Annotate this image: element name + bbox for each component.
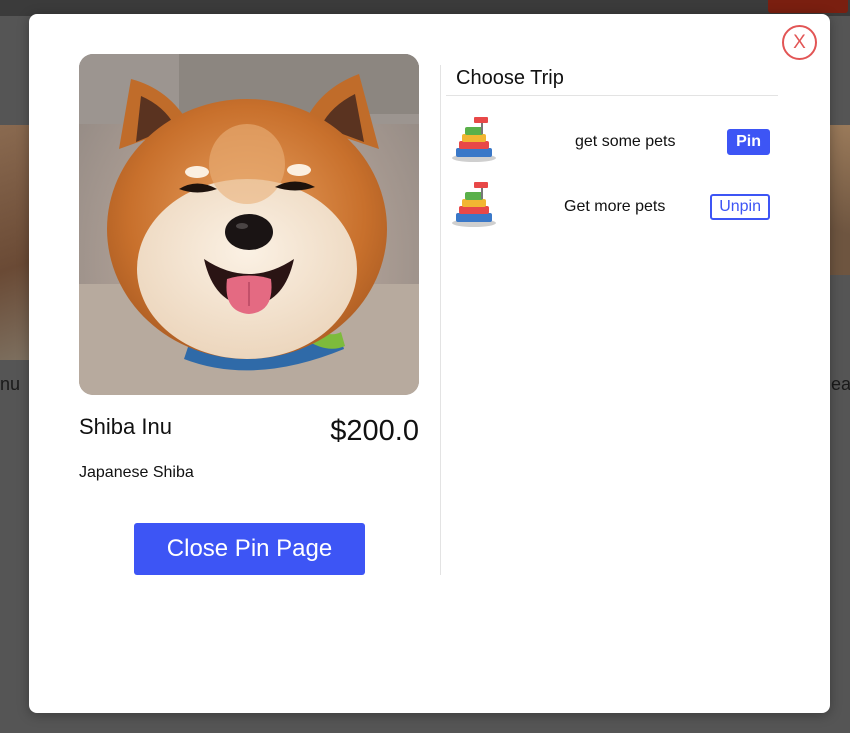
pet-name: Shiba Inu [79, 414, 172, 439]
dog-photo-icon [79, 54, 419, 395]
trip-name: get some pets [575, 133, 676, 150]
pet-shop-stack-icon [452, 182, 496, 227]
pet-price: $200.0 [330, 415, 419, 447]
trip-list-panel: Choose Trip get some pets Pin Get more p… [446, 64, 778, 227]
background-top-button [768, 0, 848, 13]
background-card-text-right: eat [831, 374, 850, 394]
pet-shop-stack-icon [452, 117, 496, 162]
choose-trip-title: Choose Trip [446, 64, 778, 96]
pet-breed: Japanese Shiba [79, 464, 194, 481]
pin-button[interactable]: Pin [727, 129, 770, 155]
column-divider [440, 65, 441, 575]
background-card-image-right [828, 125, 850, 275]
trip-name: Get more pets [564, 198, 666, 215]
pet-details: Shiba Inu $200.0 Japanese Shiba Close Pi… [79, 54, 419, 575]
background-card-text-left: nu [0, 374, 21, 394]
trip-row: Get more pets Unpin [446, 161, 778, 227]
close-modal-button[interactable]: X [782, 25, 817, 60]
trip-row: get some pets Pin [446, 96, 778, 162]
pin-modal: X Shiba Inu $200.0 Japanese Shiba Close … [29, 14, 830, 713]
background-card-image-left [0, 125, 30, 360]
unpin-button[interactable]: Unpin [710, 194, 770, 220]
pet-photo [79, 54, 419, 395]
close-pin-page-button[interactable]: Close Pin Page [134, 523, 365, 575]
